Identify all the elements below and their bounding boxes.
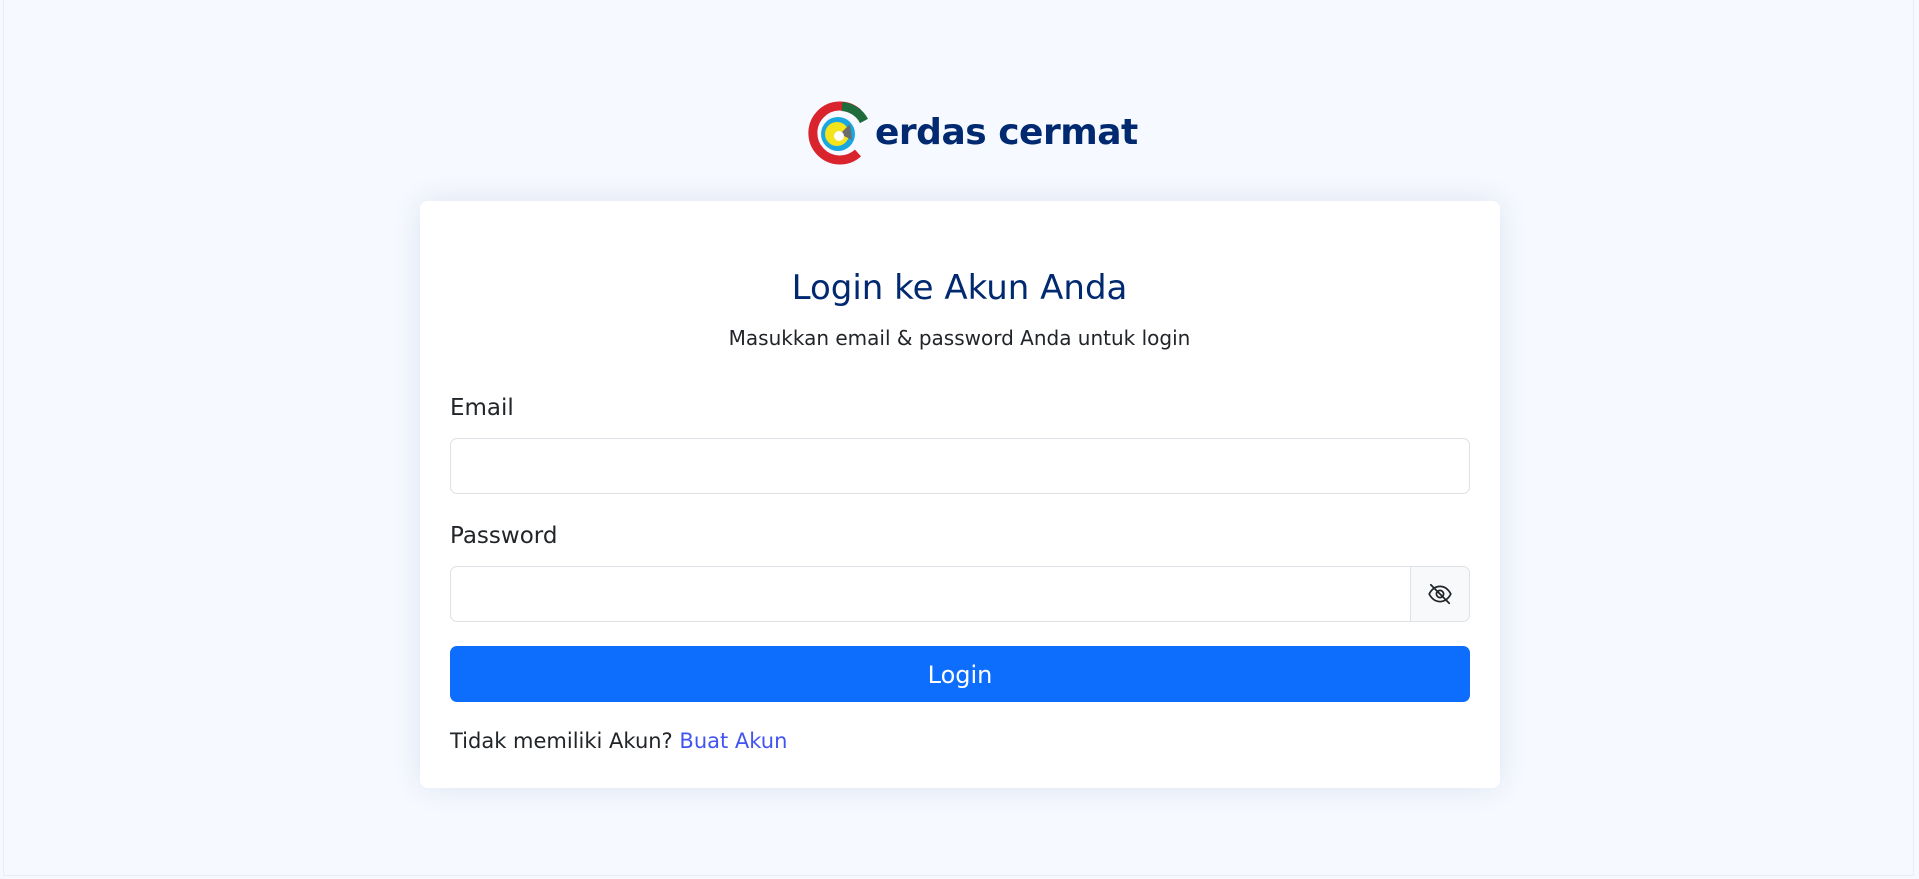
password-field[interactable]	[450, 566, 1411, 622]
password-visibility-toggle[interactable]	[1410, 566, 1470, 622]
signup-prompt: Tidak memiliki Akun? Buat Akun	[450, 726, 787, 756]
signup-prompt-text: Tidak memiliki Akun?	[450, 729, 673, 753]
password-label: Password	[450, 523, 558, 549]
brand-logo[interactable]: erdas cermat	[806, 99, 1138, 167]
login-title: Login ke Akun Anda	[791, 268, 1128, 308]
email-label: Email	[450, 395, 514, 421]
create-account-link[interactable]: Buat Akun	[679, 729, 787, 753]
login-button[interactable]: Login	[450, 646, 1470, 702]
eye-slash-icon	[1428, 583, 1452, 605]
login-subtitle: Masukkan email & password Anda untuk log…	[728, 326, 1191, 350]
logo-icon	[808, 101, 868, 165]
email-field[interactable]	[450, 438, 1470, 494]
brand-name: erdas cermat	[875, 112, 1138, 153]
